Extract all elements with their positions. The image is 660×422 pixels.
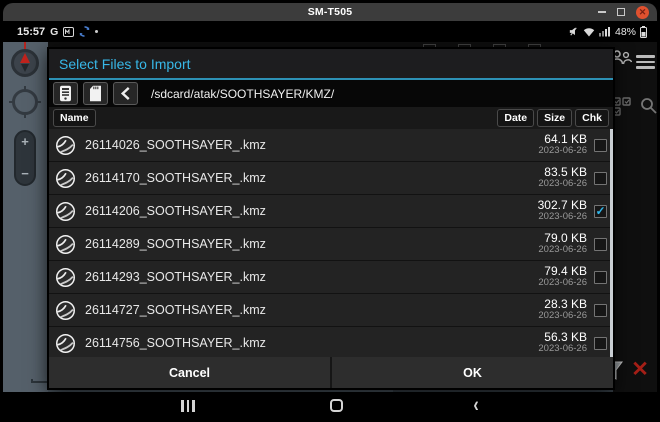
zoom-in-button[interactable]: + [21,135,29,148]
android-status-bar: 15:57 G 48% [3,21,657,42]
file-checkbox[interactable] [594,171,607,185]
file-date: 2023-06-26 [538,145,587,157]
sort-by-size-button[interactable]: Size [537,109,573,127]
sort-by-name-button[interactable]: Name [53,109,96,127]
google-earth-icon [55,300,76,321]
network-type-indicator: G [50,25,59,38]
file-list: 26114026_SOOTHSAYER_.kmz 64.1 KB 2023-06-… [49,129,613,357]
file-name: 26114206_SOOTHSAYER_.kmz [85,204,266,218]
table-row[interactable]: 26114206_SOOTHSAYER_.kmz 302.7 KB 2023-06… [49,195,613,228]
minimize-button[interactable] [598,11,606,13]
mms-notification-icon [63,26,75,37]
file-checkbox[interactable] [594,138,607,152]
file-name: 26114289_SOOTHSAYER_.kmz [85,237,266,251]
table-row[interactable]: 26114293_SOOTHSAYER_.kmz 79.4 KB 2023-06-… [49,261,613,294]
google-earth-icon [55,234,76,255]
delete-icon[interactable]: ✕ [629,358,651,382]
file-size: 28.3 KB [544,296,587,311]
battery-icon [640,25,647,38]
home-button[interactable] [321,392,351,419]
google-earth-icon [55,168,76,189]
sync-notification-icon [79,26,90,37]
table-row[interactable]: 26114727_SOOTHSAYER_.kmz 28.3 KB 2023-06-… [49,294,613,327]
sort-by-date-button[interactable]: Date [497,109,535,127]
table-row[interactable]: 26114170_SOOTHSAYER_.kmz 83.5 KB 2023-06-… [49,162,613,195]
emulator-window: SM-T505 ✕ 15:57 G 48% + − ✕ Select Files… [3,3,657,419]
google-earth-icon [55,267,76,288]
window-title: SM-T505 [307,6,353,18]
file-checkbox[interactable] [594,303,607,317]
table-row[interactable]: 26114756_SOOTHSAYER_.kmz 56.3 KB 2023-06-… [49,327,613,357]
google-earth-icon [55,135,76,156]
zoom-out-button[interactable]: − [21,167,29,180]
file-date: 2023-06-26 [538,211,587,223]
select-files-dialog: Select Files to Import /sdcard/atak/SOOT… [48,48,614,389]
current-path: /sdcard/atak/SOOTHSAYER/KMZ/ [151,86,335,101]
file-name: 26114026_SOOTHSAYER_.kmz [85,138,266,152]
file-date: 2023-06-26 [538,310,587,322]
overlay-manager-icon[interactable] [612,97,632,117]
clock: 15:57 [17,25,46,38]
window-titlebar: SM-T505 ✕ [3,3,657,21]
recents-button[interactable] [173,392,203,419]
file-size: 79.0 KB [544,230,587,245]
google-earth-icon [55,333,76,354]
table-row[interactable]: 26114026_SOOTHSAYER_.kmz 64.1 KB 2023-06-… [49,129,613,162]
file-size: 83.5 KB [544,164,587,179]
dialog-button-bar: Cancel OK [49,357,613,388]
sort-by-chk-button[interactable]: Chk [575,109,609,127]
maximize-button[interactable] [617,8,625,16]
internal-storage-button[interactable] [53,82,78,105]
notification-dot-icon [95,30,99,33]
file-checkbox[interactable] [594,336,607,350]
file-name: 26114293_SOOTHSAYER_.kmz [85,270,266,284]
wifi-icon [583,27,595,37]
compass-needle-south [21,64,29,72]
back-button[interactable]: ‹ [461,388,491,419]
back-directory-button[interactable] [113,82,138,105]
atak-app-background: + − ✕ Select Files to Import /sdcard/ata… [3,42,657,394]
file-name: 26114756_SOOTHSAYER_.kmz [85,336,266,350]
file-date: 2023-06-26 [538,343,587,355]
android-nav-bar: ‹ [3,392,657,419]
compass-needle-north [20,53,30,63]
file-checkbox[interactable] [594,237,607,251]
list-scrollbar[interactable] [610,129,613,357]
battery-percent: 48% [614,25,636,38]
file-size: 64.1 KB [544,131,587,146]
file-date: 2023-06-26 [538,244,587,256]
file-checkbox[interactable]: ✓ [594,204,607,218]
file-checkbox[interactable] [594,270,607,284]
file-name: 26114170_SOOTHSAYER_.kmz [85,171,266,185]
google-earth-icon [55,201,76,222]
screenshot-root: SM-T505 ✕ 15:57 G 48% + − ✕ Select Files… [0,0,660,422]
mute-icon [568,26,579,37]
close-button[interactable]: ✕ [636,5,649,19]
ok-button[interactable]: OK [332,357,613,388]
file-size: 79.4 KB [544,263,587,278]
table-row[interactable]: 26114289_SOOTHSAYER_.kmz 79.0 KB 2023-06-… [49,228,613,261]
file-size: 302.7 KB [537,197,587,212]
menu-icon[interactable] [636,52,655,72]
file-size: 56.3 KB [544,329,587,344]
sdcard-button[interactable] [83,82,108,105]
path-bar: /sdcard/atak/SOOTHSAYER/KMZ/ [49,80,613,107]
file-date: 2023-06-26 [538,277,587,289]
zoom-control[interactable]: + − [14,130,36,186]
cancel-button[interactable]: Cancel [49,357,332,388]
self-location-icon[interactable] [12,89,38,115]
search-icon[interactable] [640,97,657,115]
compass-widget[interactable] [11,49,39,77]
dialog-title: Select Files to Import [59,55,191,72]
cellular-signal-icon [598,26,611,37]
file-name: 26114727_SOOTHSAYER_.kmz [85,303,266,317]
file-date: 2023-06-26 [538,178,587,190]
list-header: Name Date Size Chk [49,107,613,129]
compass-north-tick [24,42,26,49]
